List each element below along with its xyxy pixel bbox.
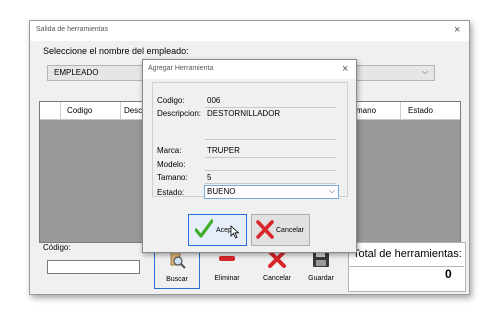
codigo-input[interactable] xyxy=(47,260,140,274)
total-label: Total de herramientas: xyxy=(353,248,462,260)
grid-separator xyxy=(60,102,61,119)
guardar-label: Guardar xyxy=(308,275,334,282)
cancelar-button[interactable]: Cancelar xyxy=(255,247,299,287)
tamano-field-label: Tamano: xyxy=(157,173,188,182)
buscar-label: Buscar xyxy=(166,276,188,283)
add-tool-dialog: Agregar Herramienta × Codigo: 006 Descri… xyxy=(142,59,357,253)
col-estado[interactable]: Estado xyxy=(408,106,433,115)
chevron-down-icon: ⌵ xyxy=(329,186,336,195)
codigo-field-label: Codigo: xyxy=(157,96,185,105)
window-title: Salida de herramientas xyxy=(36,26,108,33)
employee-label: Seleccione el nombre del empleado: xyxy=(43,46,189,56)
accept-button[interactable]: Acep xyxy=(188,214,247,246)
codigo-field-value: 006 xyxy=(207,96,221,105)
checkmark-icon xyxy=(195,219,213,238)
marca-field-value: TRUPER xyxy=(207,146,240,155)
guardar-button[interactable]: Guardar xyxy=(299,247,343,287)
dialog-title: Agregar Herramienta xyxy=(148,65,214,72)
descripcion-field-value: DESTORNILLADOR xyxy=(207,109,281,118)
magnifier-icon xyxy=(170,251,186,269)
codigo-underline xyxy=(205,107,336,108)
tamano-field-value: 5 xyxy=(207,173,212,182)
chevron-down-icon: ⌵ xyxy=(422,67,429,76)
buscar-button[interactable]: Buscar xyxy=(154,247,200,289)
dialog-close-icon[interactable]: × xyxy=(342,64,348,75)
descripcion-underline xyxy=(205,139,336,140)
descripcion-field-label: Descripcion: xyxy=(157,109,202,118)
marca-field-label: Marca: xyxy=(157,146,182,155)
col-codigo[interactable]: Codigo xyxy=(67,106,92,115)
close-icon[interactable]: × xyxy=(454,25,460,36)
modelo-underline xyxy=(205,170,336,171)
eliminar-label: Eliminar xyxy=(214,275,240,282)
tamano-underline xyxy=(205,183,336,184)
dialog-cancel-label: Cancelar xyxy=(276,227,305,234)
mouse-cursor-icon xyxy=(230,225,240,239)
estado-field-label: Estado: xyxy=(157,188,185,197)
dialog-title-bar: Agregar Herramienta × xyxy=(143,60,356,79)
cancelar-label: Cancelar xyxy=(262,275,291,282)
col-tamano[interactable]: mano xyxy=(356,106,376,115)
eliminar-button[interactable]: Eliminar xyxy=(205,247,249,287)
modelo-field-label: Modelo: xyxy=(157,160,186,169)
grid-separator xyxy=(120,102,121,119)
marca-underline xyxy=(205,157,336,158)
total-value: 0 xyxy=(445,267,452,281)
cross-icon xyxy=(256,220,274,239)
estado-select-value: BUENO xyxy=(207,187,236,196)
title-bar: Salida de herramientas × xyxy=(30,21,469,41)
grid-separator xyxy=(400,102,401,119)
codigo-label: Código: xyxy=(43,243,71,252)
employee-select-value: EMPLEADO xyxy=(54,68,99,77)
dialog-cancel-button[interactable]: Cancelar xyxy=(251,214,310,246)
estado-select[interactable]: BUENO ⌵ xyxy=(204,185,339,199)
